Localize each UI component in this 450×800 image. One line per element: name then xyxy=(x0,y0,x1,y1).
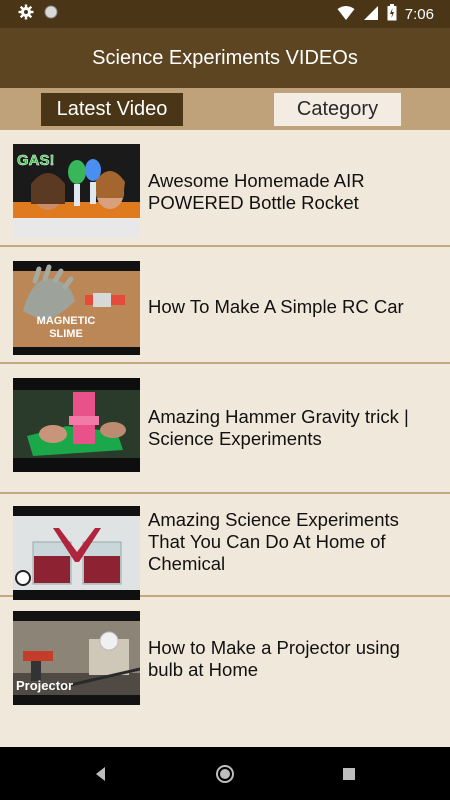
video-thumbnail: Projector xyxy=(13,611,140,705)
status-bar: 7:06 xyxy=(0,0,450,28)
video-list: GAS! Awesome Homemade AIR POWERED Bottle… xyxy=(0,130,450,747)
list-item[interactable]: MAGNETIC SLIME How To Make A Simple RC C… xyxy=(0,247,450,364)
list-item[interactable]: Amazing Hammer Gravity trick | Science E… xyxy=(0,364,450,494)
video-title: Amazing Hammer Gravity trick | Science E… xyxy=(148,406,409,449)
video-title: Awesome Homemade AIR POWERED Bottle Rock… xyxy=(148,170,365,213)
battery-icon xyxy=(387,4,397,25)
list-item: Projector How to Make a Projector using … xyxy=(0,597,450,747)
app-title-bar: Science Experiments VIDEOs xyxy=(0,28,450,88)
signal-icon xyxy=(363,5,379,25)
recents-button[interactable] xyxy=(336,761,362,787)
list-item[interactable]: Amazing Science Experiments That You Can… xyxy=(0,494,450,600)
video-thumbnail xyxy=(13,378,140,472)
video-thumbnail: GAS! xyxy=(13,144,140,238)
gear-icon xyxy=(18,4,34,25)
wifi-icon xyxy=(337,5,355,25)
video-title: How To Make A Simple RC Car xyxy=(148,296,404,317)
tab-category[interactable]: Category xyxy=(274,93,401,126)
tab-latest-video[interactable]: Latest Video xyxy=(41,93,183,126)
status-time: 7:06 xyxy=(404,6,434,23)
thumbnail-caption: MAGNETIC SLIME xyxy=(36,315,96,340)
back-button[interactable] xyxy=(88,761,114,787)
video-title: Amazing Science Experiments That You Can… xyxy=(148,509,399,574)
thumbnail-caption: GAS! xyxy=(17,152,55,170)
thumbnail-caption: Projector xyxy=(16,678,74,693)
record-dot-icon xyxy=(44,5,58,24)
video-thumbnail xyxy=(13,506,140,600)
home-button[interactable] xyxy=(212,761,238,787)
page-title: Science Experiments VIDEOs xyxy=(92,46,358,69)
list-item[interactable]: GAS! Awesome Homemade AIR POWERED Bottle… xyxy=(0,130,450,247)
navigation-bar xyxy=(0,747,450,800)
video-thumbnail: MAGNETIC SLIME xyxy=(13,261,140,355)
video-title: How to Make a Projector using bulb at Ho… xyxy=(148,637,400,680)
tabs-bar: Latest Video Category xyxy=(0,88,450,130)
